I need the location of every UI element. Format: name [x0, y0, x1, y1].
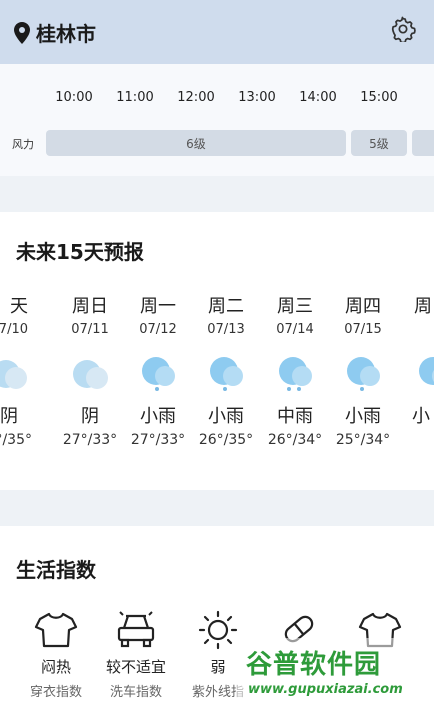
life-index-item[interactable]: 闷热 穿衣指数 [16, 610, 96, 700]
day-date: 07/15 [344, 322, 382, 337]
day-condition: 小 [412, 406, 430, 427]
day-date: 07/12 [139, 322, 177, 337]
city-selector[interactable]: 桂林市 [14, 18, 96, 47]
day-condition: 小雨 [208, 406, 244, 427]
light-rain-icon [142, 357, 175, 391]
location-pin-icon [14, 21, 30, 44]
day-temperature: 27°/33° [130, 432, 186, 448]
wind-segment [412, 130, 434, 156]
hourly-times: 10:00 11:00 12:00 13:00 14:00 15:00 [0, 90, 434, 110]
wind-segment: 6级 [46, 130, 346, 156]
forecast-day[interactable]: 周三 07/14 中雨 26°/34° [261, 294, 329, 450]
day-condition: 中雨 [277, 406, 313, 427]
sun-icon [198, 610, 238, 650]
life-index-item[interactable]: 较不适宜 洗车指数 [96, 610, 176, 700]
day-name: 周二 [208, 296, 244, 317]
section-divider [0, 176, 434, 212]
life-index-value: 较不适宜 [105, 658, 166, 676]
city-name: 桂林市 [36, 22, 96, 46]
day-date: 07/14 [276, 322, 314, 337]
day-name: 天 [10, 296, 28, 317]
moderate-rain-icon [279, 357, 312, 391]
hour-time: 10:00 [55, 90, 93, 105]
day-condition: 小雨 [345, 406, 381, 427]
day-name: 周日 [72, 296, 108, 317]
life-index-name: 穿衣指数 [29, 685, 82, 700]
forecast-day[interactable]: 周 小 [408, 294, 434, 450]
day-temperature: 25°/34° [335, 432, 391, 448]
life-index-value: 闷热 [40, 658, 71, 676]
day-temperature: 26°/35° [198, 432, 254, 448]
life-index-name: 洗车指数 [109, 685, 162, 700]
day-condition: 阴 [0, 406, 18, 427]
day-temperature: °/35° [0, 432, 32, 448]
day-date [408, 320, 434, 340]
life-title: 生活指数 [16, 558, 96, 582]
day-condition: 小雨 [140, 406, 176, 427]
day-name: 周三 [277, 296, 313, 317]
day-date: 7/10 [0, 322, 28, 337]
day-name: 周四 [345, 296, 381, 317]
gear-icon[interactable] [390, 16, 416, 42]
cloudy-icon [0, 360, 27, 389]
car-icon [117, 611, 155, 648]
day-name: 周一 [140, 296, 176, 317]
watermark-title: 谷普软件园 [246, 650, 382, 680]
tshirt-icon [34, 612, 78, 648]
forecast-section[interactable]: 未来15天预报 天 7/10 阴 °/35° 周日 07/11 阴 27°/33… [0, 212, 434, 490]
forecast-day[interactable]: 周日 07/11 阴 27°/33° [56, 294, 124, 450]
day-temperature: 27°/33° [62, 432, 118, 448]
forecast-day[interactable]: 天 7/10 阴 °/35° [0, 294, 54, 450]
hour-time: 13:00 [238, 90, 276, 105]
day-date: 07/11 [71, 322, 109, 337]
hour-time: 14:00 [299, 90, 337, 105]
top-bar: 桂林市 [0, 0, 434, 64]
light-rain-icon [419, 357, 434, 385]
forecast-day[interactable]: 周二 07/13 小雨 26°/35° [192, 294, 260, 450]
watermark: 谷普软件园 www.gupuxiazai.com [236, 638, 434, 708]
cloudy-icon [73, 360, 108, 389]
forecast-day[interactable]: 周四 07/15 小雨 25°/34° [329, 294, 397, 450]
section-divider [0, 490, 434, 526]
forecast-day[interactable]: 周一 07/12 小雨 27°/33° [124, 294, 192, 450]
hour-time: 12:00 [177, 90, 215, 105]
hour-time: 15:00 [360, 90, 398, 105]
day-condition: 阴 [81, 406, 99, 427]
day-temperature [408, 430, 434, 450]
light-rain-icon [347, 357, 380, 391]
day-temperature: 26°/34° [267, 432, 323, 448]
watermark-url: www.gupuxiazai.com [248, 682, 403, 697]
hour-time: 11:00 [116, 90, 154, 105]
day-date: 07/13 [207, 322, 245, 337]
forecast-title: 未来15天预报 [16, 240, 144, 264]
hourly-forecast[interactable]: 10:00 11:00 12:00 13:00 14:00 15:00 风力 6… [0, 64, 434, 176]
wind-segment: 5级 [351, 130, 407, 156]
wind-label: 风力 [12, 138, 34, 151]
light-rain-icon [210, 357, 243, 391]
day-name: 周 [414, 296, 432, 317]
